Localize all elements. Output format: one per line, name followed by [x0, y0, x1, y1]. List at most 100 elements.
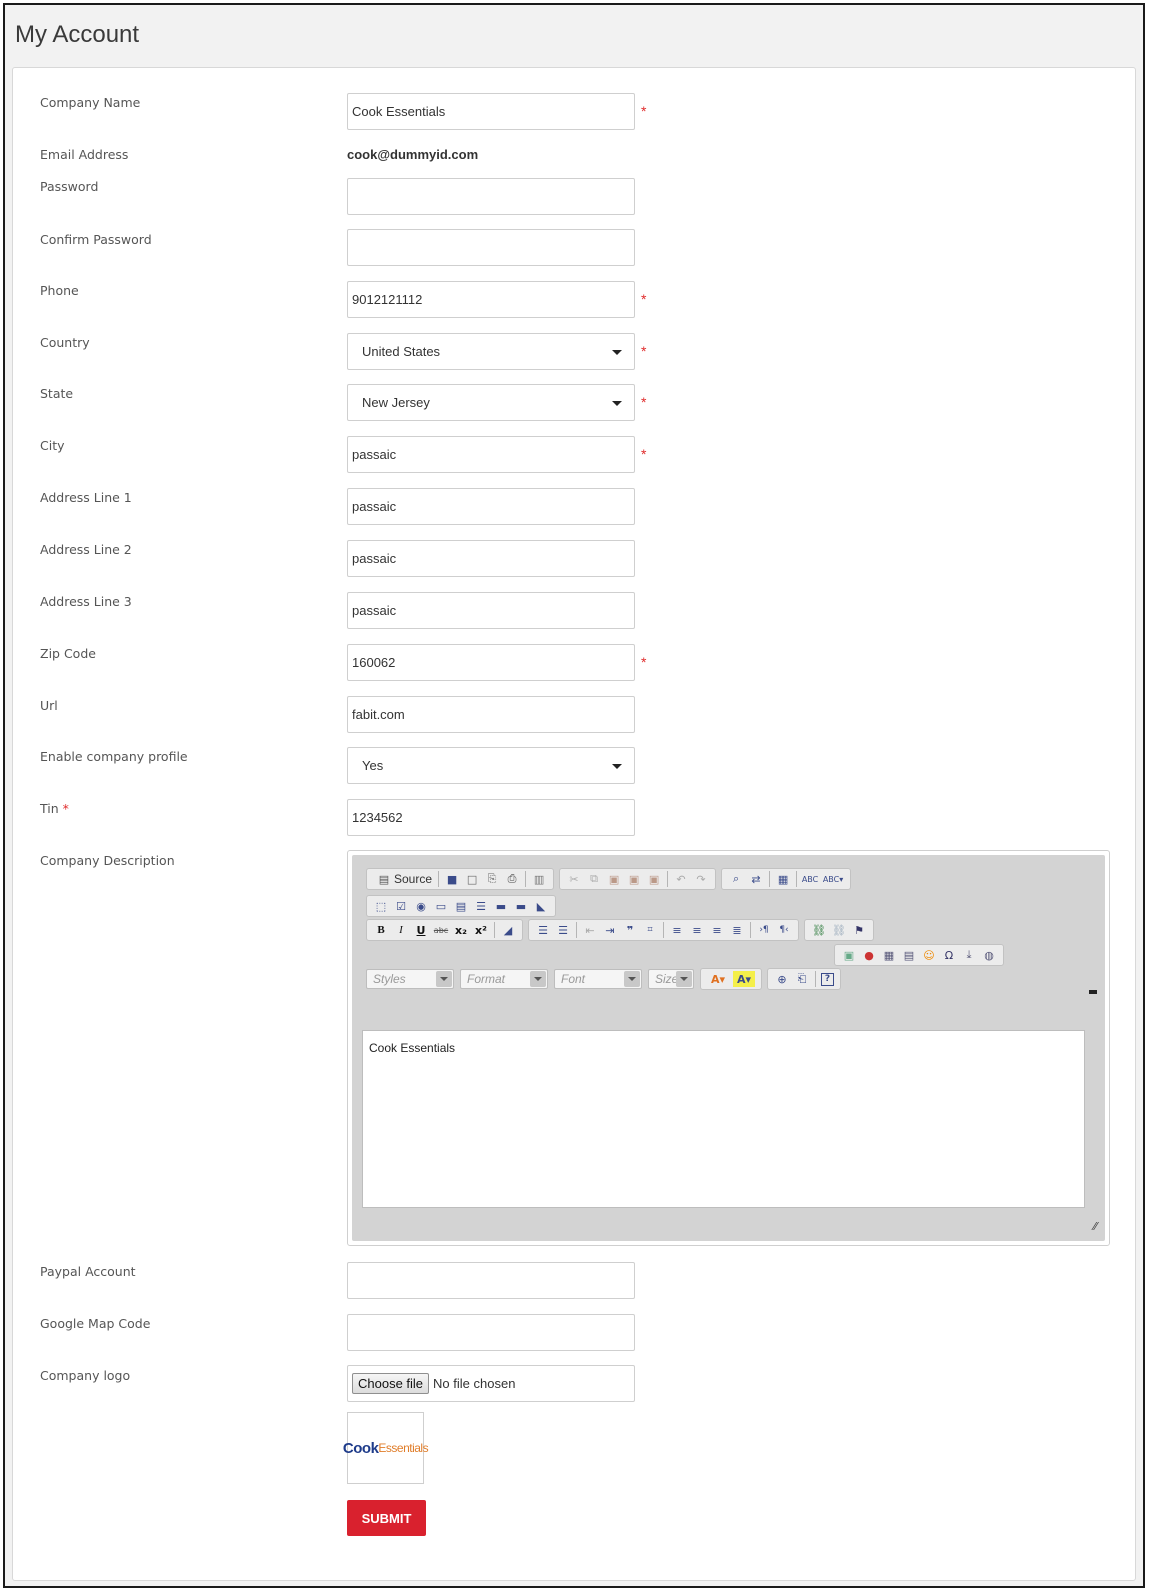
- paste-word-icon[interactable]: ▣: [646, 871, 662, 887]
- text-color-icon[interactable]: A▾: [707, 971, 729, 987]
- text-field-icon[interactable]: ▭: [433, 898, 449, 914]
- format-combo[interactable]: Format: [460, 969, 548, 989]
- button-icon[interactable]: ▬: [493, 898, 509, 914]
- iframe-icon[interactable]: ◍: [981, 947, 997, 963]
- country-select[interactable]: United States: [347, 333, 635, 370]
- editor-toolbar-row-2: ⬚ ☑ ◉ ▭ ▤ ☰ ▬ ▬ ◣: [366, 895, 561, 917]
- radio-icon[interactable]: ◉: [413, 898, 429, 914]
- div-container-icon[interactable]: ⌗: [642, 922, 658, 938]
- country-value: United States: [362, 344, 441, 359]
- enable-profile-select[interactable]: Yes: [347, 747, 635, 784]
- toolbar-separator: [815, 971, 816, 987]
- templates-icon[interactable]: ▥: [531, 871, 547, 887]
- remove-format-icon[interactable]: ◢: [500, 922, 516, 938]
- textarea-icon[interactable]: ▤: [453, 898, 469, 914]
- strikethrough-icon[interactable]: abc: [433, 922, 449, 938]
- superscript-icon[interactable]: x²: [473, 922, 489, 938]
- collapse-toolbar-icon[interactable]: [1089, 990, 1097, 994]
- source-label: Source: [394, 872, 433, 886]
- image-button-icon[interactable]: ▬: [513, 898, 529, 914]
- form-icon[interactable]: ⬚: [373, 898, 389, 914]
- google-map-code-label: Google Map Code: [40, 1316, 151, 1331]
- paste-icon[interactable]: ▣: [606, 871, 622, 887]
- horizontal-rule-icon[interactable]: ▤: [901, 947, 917, 963]
- address-line-1-input[interactable]: passaic: [347, 488, 635, 525]
- select-field-icon[interactable]: ☰: [473, 898, 489, 914]
- indent-icon[interactable]: ⇥: [602, 922, 618, 938]
- spellcheck-icon[interactable]: ABC: [802, 871, 818, 887]
- tin-label: Tin *: [40, 801, 69, 816]
- background-color-icon[interactable]: A▾: [733, 971, 755, 987]
- editor-chrome: ▤ Source ■ □ ⎘ ⎙ ▥ ✂ ⧉ ▣ ▣ ▣ ↶ ↷ ⌕ ⇄ ▦ A…: [352, 855, 1105, 1241]
- unlink-icon[interactable]: ⛓: [831, 922, 847, 938]
- image-icon[interactable]: ▣: [841, 947, 857, 963]
- maximize-icon[interactable]: ⊕: [774, 971, 790, 987]
- align-right-icon[interactable]: ≡: [709, 922, 725, 938]
- email-label: Email Address: [40, 147, 129, 162]
- hidden-field-icon[interactable]: ◣: [533, 898, 549, 914]
- source-button[interactable]: ▤ Source: [371, 871, 435, 887]
- font-combo[interactable]: Font: [554, 969, 642, 989]
- zip-code-input[interactable]: 160062: [347, 644, 635, 681]
- preview-icon[interactable]: ⎘: [484, 871, 500, 887]
- new-page-icon[interactable]: □: [464, 871, 480, 887]
- resize-handle-icon[interactable]: ⁄⁄: [1093, 1220, 1097, 1233]
- description-edit-area[interactable]: Cook Essentials: [362, 1030, 1085, 1208]
- url-input[interactable]: fabit.com: [347, 696, 635, 733]
- replace-icon[interactable]: ⇄: [748, 871, 764, 887]
- tin-input[interactable]: 1234562: [347, 799, 635, 836]
- choose-file-button[interactable]: Choose file: [352, 1373, 430, 1394]
- checkbox-icon[interactable]: ☑: [393, 898, 409, 914]
- styles-combo[interactable]: Styles: [366, 969, 454, 989]
- confirm-password-input[interactable]: [347, 229, 635, 266]
- bulleted-list-icon[interactable]: ☰: [555, 922, 571, 938]
- size-combo[interactable]: Size: [648, 969, 694, 989]
- align-left-icon[interactable]: ≡: [669, 922, 685, 938]
- anchor-flag-icon[interactable]: ⚑: [851, 922, 867, 938]
- redo-icon[interactable]: ↷: [693, 871, 709, 887]
- save-icon[interactable]: ■: [444, 871, 460, 887]
- paypal-account-input[interactable]: [347, 1262, 635, 1299]
- address-line-3-input[interactable]: passaic: [347, 592, 635, 629]
- company-logo-file-input[interactable]: Choose file No file chosen: [347, 1365, 635, 1402]
- show-blocks-icon[interactable]: ⎗: [794, 971, 810, 987]
- submit-button[interactable]: SUBMIT: [347, 1500, 426, 1536]
- special-char-icon[interactable]: Ω: [941, 947, 957, 963]
- country-label: Country: [40, 335, 90, 350]
- copy-icon[interactable]: ⧉: [586, 871, 602, 887]
- city-input[interactable]: passaic: [347, 436, 635, 473]
- paste-text-icon[interactable]: ▣: [626, 871, 642, 887]
- ltr-icon[interactable]: ›¶: [756, 922, 772, 938]
- numbered-list-icon[interactable]: ☰: [535, 922, 551, 938]
- cut-icon[interactable]: ✂: [566, 871, 582, 887]
- link-icon[interactable]: ⛓: [811, 922, 827, 938]
- address-line-2-input[interactable]: passaic: [347, 540, 635, 577]
- smiley-icon[interactable]: ☺: [921, 947, 937, 963]
- rtl-icon[interactable]: ¶‹: [776, 922, 792, 938]
- print-icon[interactable]: ⎙: [504, 871, 520, 887]
- about-icon[interactable]: ?: [821, 972, 834, 986]
- table-icon[interactable]: ▦: [881, 947, 897, 963]
- toolbar-separator: [576, 922, 577, 938]
- toolbar-separator: [438, 871, 440, 887]
- page-break-icon[interactable]: ⤓: [961, 947, 977, 963]
- underline-icon[interactable]: U: [413, 922, 429, 938]
- find-icon[interactable]: ⌕: [728, 871, 744, 887]
- justify-icon[interactable]: ≣: [729, 922, 745, 938]
- undo-icon[interactable]: ↶: [673, 871, 689, 887]
- phone-input[interactable]: 9012121112: [347, 281, 635, 318]
- google-map-code-input[interactable]: [347, 1314, 635, 1351]
- bold-icon[interactable]: B: [373, 922, 389, 938]
- spellcheck-as-you-type-icon[interactable]: ABC▾: [822, 871, 844, 887]
- select-all-icon[interactable]: ▦: [775, 871, 791, 887]
- subscript-icon[interactable]: x₂: [453, 922, 469, 938]
- password-input[interactable]: [347, 178, 635, 215]
- outdent-icon[interactable]: ⇤: [582, 922, 598, 938]
- state-select[interactable]: New Jersey: [347, 384, 635, 421]
- clipboard-tools: ✂ ⧉ ▣ ▣ ▣ ↶ ↷: [559, 868, 717, 890]
- italic-icon[interactable]: I: [393, 922, 409, 938]
- flash-icon[interactable]: ●: [861, 947, 877, 963]
- company-name-input[interactable]: Cook Essentials: [347, 93, 635, 130]
- align-center-icon[interactable]: ≡: [689, 922, 705, 938]
- blockquote-icon[interactable]: ❞: [622, 922, 638, 938]
